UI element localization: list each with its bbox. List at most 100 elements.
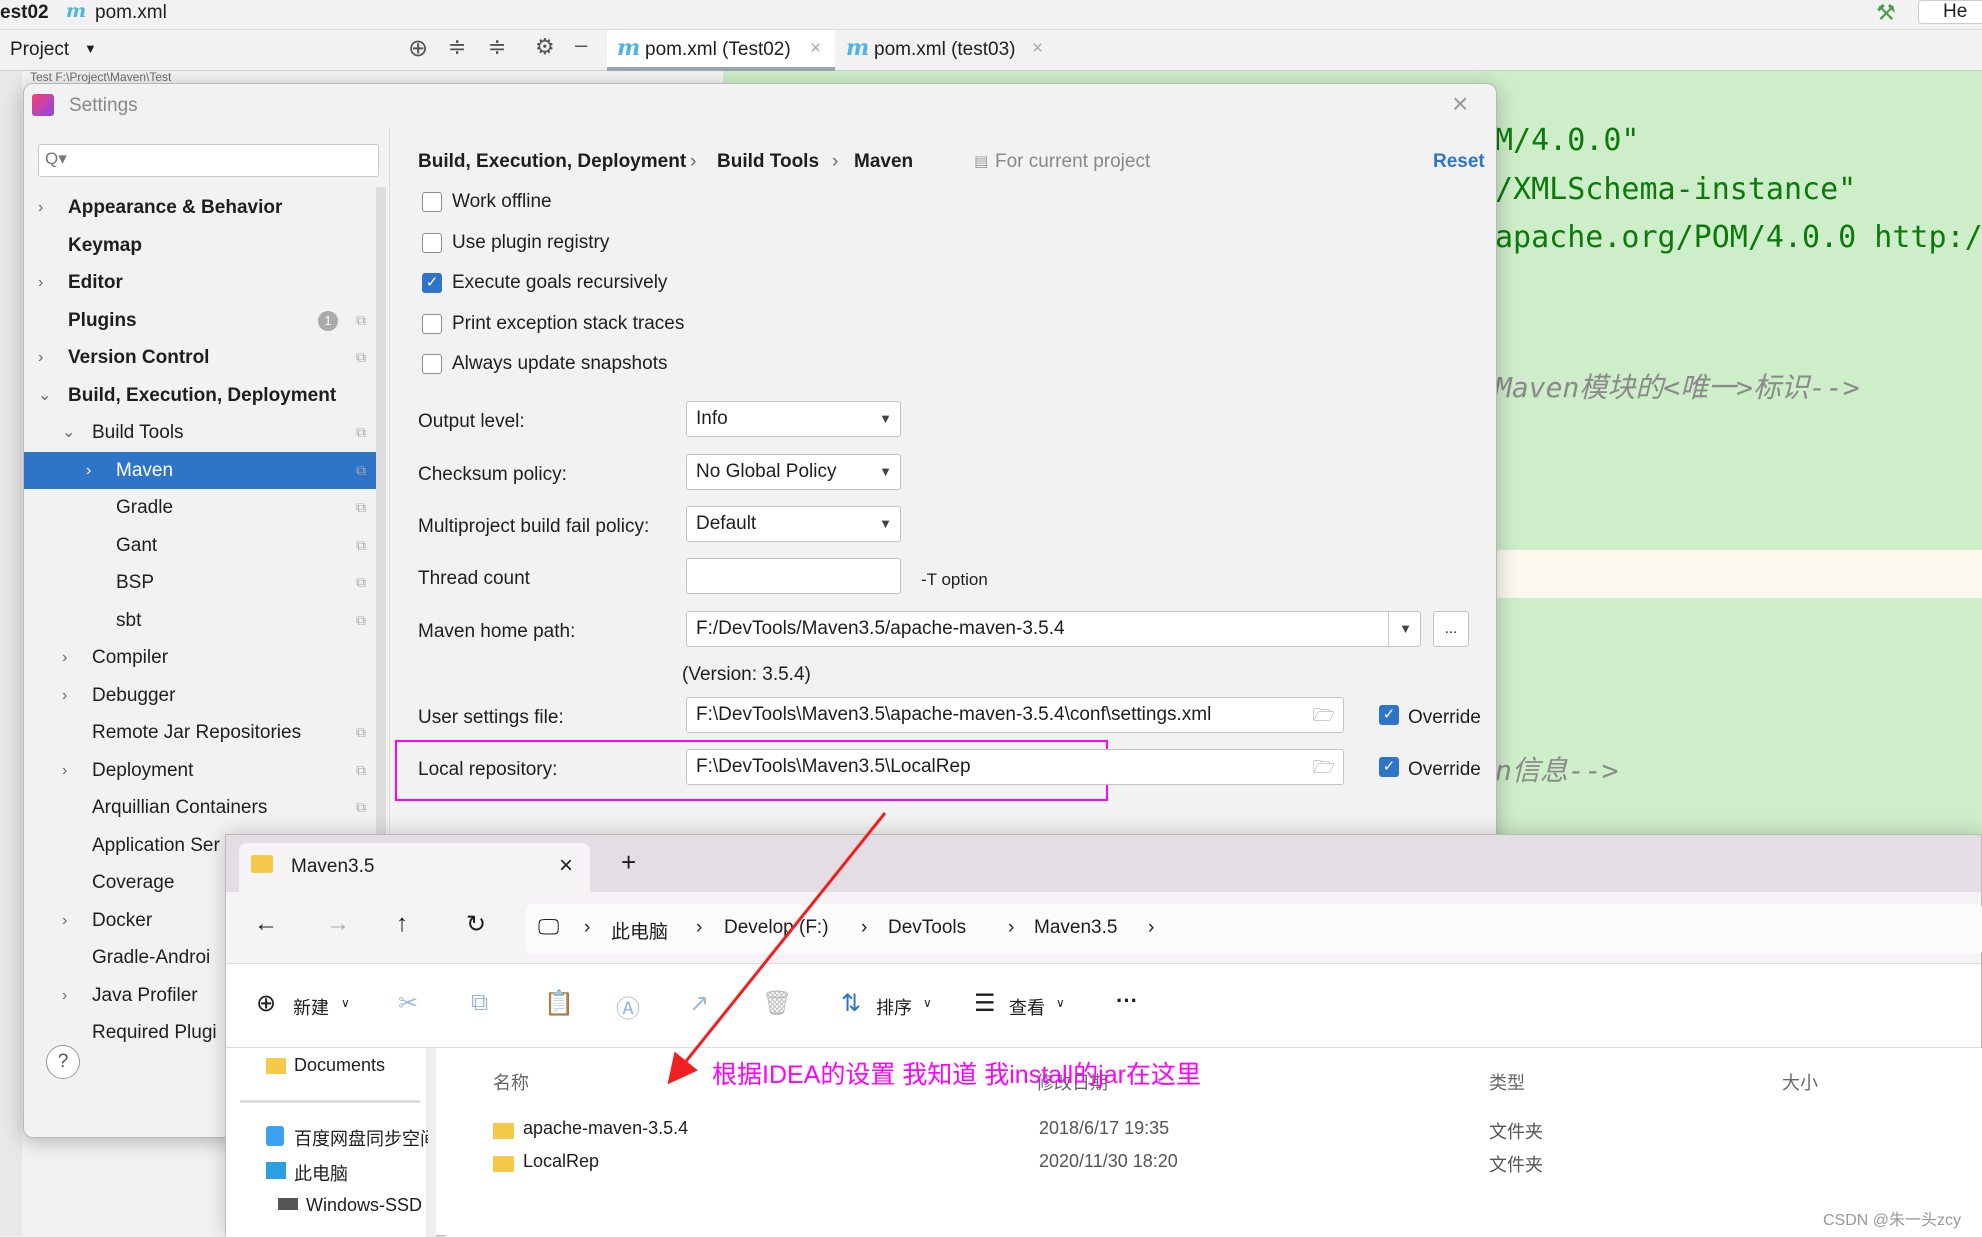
chevron-right-icon[interactable]: › bbox=[38, 264, 43, 301]
chevron-down-icon[interactable]: ▼ bbox=[84, 41, 97, 56]
expand-all-icon[interactable]: ≑ bbox=[448, 34, 466, 60]
column-header-type[interactable]: 类型 bbox=[1489, 1069, 1525, 1095]
locate-icon[interactable]: ⊕ bbox=[408, 34, 428, 63]
tree-item[interactable]: Arquillian Containers ⧉ bbox=[24, 789, 376, 826]
multiproject-select[interactable]: Default ▼ bbox=[686, 506, 901, 542]
output-level-select[interactable]: Info ▼ bbox=[686, 401, 901, 437]
path-segment[interactable]: 此电脑 bbox=[611, 917, 668, 944]
tab-pom-test03[interactable]: m pom.xml (test03) × bbox=[838, 30, 1058, 71]
help-button[interactable]: ? bbox=[46, 1045, 80, 1079]
tree-item[interactable]: Gradle ⧉ bbox=[24, 489, 376, 526]
path-segment[interactable]: DevTools bbox=[888, 917, 966, 939]
checkbox[interactable] bbox=[422, 232, 442, 253]
tree-item[interactable]: Remote Jar Repositories ⧉ bbox=[24, 714, 376, 751]
up-icon[interactable]: ↑ bbox=[396, 910, 408, 938]
checkbox-label[interactable]: Work offline bbox=[452, 191, 552, 213]
folder-icon[interactable]: 🗁 bbox=[1313, 750, 1335, 784]
tree-item[interactable]: Gant ⧉ bbox=[24, 527, 376, 564]
chevron-down-icon[interactable]: ⌄ bbox=[38, 377, 51, 414]
chevron-right-icon[interactable]: › bbox=[1148, 917, 1154, 939]
sidebar-item[interactable]: 百度网盘同步空间 bbox=[294, 1125, 428, 1151]
tree-item[interactable]: › Appearance & Behavior bbox=[24, 189, 376, 226]
column-header-size[interactable]: 大小 bbox=[1782, 1069, 1818, 1095]
close-icon[interactable]: × bbox=[559, 852, 573, 880]
reset-link[interactable]: Reset bbox=[1433, 151, 1485, 173]
breadcrumb-project[interactable]: est02 bbox=[0, 2, 49, 24]
chevron-down-icon[interactable]: ⌄ bbox=[62, 414, 75, 451]
tree-item[interactable]: Plugins 1 ⧉ bbox=[24, 302, 376, 339]
delete-icon[interactable]: 🗑 bbox=[762, 989, 792, 1018]
sidebar-item[interactable]: Windows-SSD bbox=[306, 1195, 422, 1216]
column-header-name[interactable]: 名称 bbox=[493, 1069, 529, 1095]
local-repository-input[interactable]: F:\DevTools\Maven3.5\LocalRep 🗁 bbox=[686, 749, 1344, 785]
tab-pom-test02[interactable]: m pom.xml (Test02) × bbox=[607, 30, 835, 71]
tab-maven35[interactable]: Maven3.5 × bbox=[239, 843, 590, 892]
tree-item[interactable]: BSP ⧉ bbox=[24, 564, 376, 601]
hide-icon[interactable]: – bbox=[575, 32, 587, 58]
sort-button[interactable]: 排序 bbox=[876, 994, 912, 1020]
sidebar-item[interactable]: 此电脑 bbox=[294, 1160, 348, 1186]
path-segment[interactable]: Maven3.5 bbox=[1034, 917, 1117, 939]
rename-icon[interactable]: Ⓐ bbox=[616, 989, 640, 1024]
chevron-right-icon[interactable]: › bbox=[62, 639, 67, 676]
settings-search-input[interactable]: Q▾ bbox=[38, 144, 379, 177]
checkbox-label[interactable]: Print exception stack traces bbox=[452, 313, 684, 335]
chevron-right-icon[interactable]: › bbox=[62, 752, 67, 789]
checkbox[interactable] bbox=[422, 354, 442, 374]
view-button[interactable]: 查看 bbox=[1009, 994, 1045, 1020]
chevron-right-icon[interactable]: › bbox=[38, 189, 43, 226]
tree-item[interactable]: ⌄ Build Tools ⧉ bbox=[24, 414, 376, 451]
user-settings-override-checkbox[interactable]: ✓ bbox=[1379, 705, 1399, 725]
hammer-icon[interactable]: ⚒ bbox=[1876, 0, 1896, 26]
tree-item[interactable]: Keymap bbox=[24, 227, 376, 264]
file-row[interactable]: LocalRep 2020/11/30 18:20 文件夹 bbox=[446, 1147, 1982, 1181]
chevron-down-icon[interactable]: ▼ bbox=[1388, 612, 1412, 646]
chevron-right-icon[interactable]: › bbox=[62, 677, 67, 714]
checkbox-label[interactable]: Use plugin registry bbox=[452, 232, 609, 254]
browse-button[interactable]: ... bbox=[1433, 611, 1469, 647]
checkbox-label[interactable]: Execute goals recursively bbox=[452, 272, 667, 294]
back-icon[interactable]: ← bbox=[254, 910, 278, 938]
close-icon[interactable]: × bbox=[1032, 38, 1043, 60]
refresh-icon[interactable]: ↻ bbox=[466, 910, 486, 939]
project-view-dropdown[interactable]: Project bbox=[10, 39, 69, 61]
checkbox[interactable] bbox=[422, 313, 442, 334]
user-settings-input[interactable]: F:\DevTools\Maven3.5\apache-maven-3.5.4\… bbox=[686, 697, 1344, 733]
close-icon[interactable]: × bbox=[810, 38, 821, 60]
breadcrumb-file[interactable]: pom.xml bbox=[95, 2, 167, 24]
tree-item[interactable]: › Compiler bbox=[24, 639, 376, 676]
tree-item[interactable]: sbt ⧉ bbox=[24, 602, 376, 639]
chevron-right-icon[interactable]: › bbox=[38, 339, 43, 376]
file-row[interactable]: apache-maven-3.5.4 2018/6/17 19:35 文件夹 bbox=[446, 1114, 1982, 1148]
path-segment[interactable]: Develop (F:) bbox=[724, 917, 829, 939]
address-bar[interactable]: 🖵 › 此电脑 › Develop (F:) › DevTools › Mave… bbox=[526, 904, 1982, 954]
chevron-right-icon[interactable]: › bbox=[62, 977, 67, 1014]
maven-home-combo[interactable]: F:/DevTools/Maven3.5/apache-maven-3.5.4 ▼ bbox=[686, 611, 1421, 647]
tree-item[interactable]: › Version Control ⧉ bbox=[24, 339, 376, 376]
chevron-right-icon[interactable]: › bbox=[62, 902, 67, 939]
project-tree-root[interactable]: Test F:\Project\Maven\Test bbox=[30, 71, 171, 83]
checkbox-label[interactable]: Always update snapshots bbox=[452, 353, 667, 375]
paste-icon[interactable]: 📋 bbox=[544, 989, 574, 1018]
tree-item[interactable]: › Editor bbox=[24, 264, 376, 301]
new-tab-button[interactable]: + bbox=[621, 847, 636, 878]
checkbox[interactable] bbox=[422, 192, 442, 212]
thread-count-input[interactable] bbox=[686, 558, 901, 594]
run-config[interactable]: He bbox=[1918, 0, 1982, 24]
folder-icon[interactable]: 🗁 bbox=[1313, 698, 1335, 732]
share-icon[interactable]: ↗ bbox=[689, 989, 709, 1018]
checksum-policy-select[interactable]: No Global Policy ▼ bbox=[686, 454, 901, 490]
tree-item[interactable]: ⌄ Build, Execution, Deployment bbox=[24, 377, 376, 414]
more-button[interactable]: ··· bbox=[1116, 988, 1138, 1014]
collapse-all-icon[interactable]: ≑ bbox=[488, 34, 506, 60]
forward-icon[interactable]: → bbox=[326, 910, 350, 938]
sidebar-item[interactable]: Documents bbox=[294, 1055, 385, 1076]
tree-item[interactable]: › Deployment ⧉ bbox=[24, 752, 376, 789]
tree-item[interactable]: › Maven ⧉ bbox=[24, 451, 376, 489]
tree-item[interactable]: › Debugger bbox=[24, 677, 376, 714]
checkbox[interactable]: ✓ bbox=[422, 273, 442, 293]
chevron-right-icon[interactable]: › bbox=[86, 452, 91, 489]
copy-icon[interactable]: ⧉ bbox=[471, 989, 488, 1017]
local-repo-override-checkbox[interactable]: ✓ bbox=[1379, 757, 1399, 777]
gear-icon[interactable]: ⚙ bbox=[535, 34, 555, 60]
